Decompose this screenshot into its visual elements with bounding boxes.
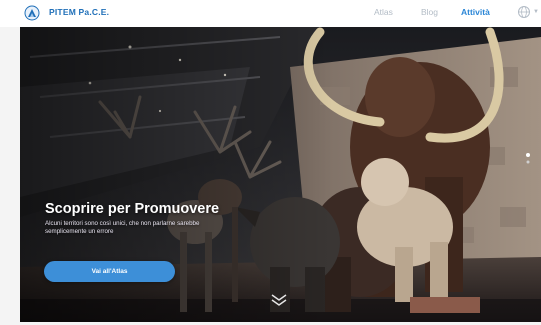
nav-link-attivita[interactable]: Attività (461, 7, 490, 17)
logo-icon[interactable] (24, 5, 40, 21)
go-to-atlas-button[interactable]: Vai all'Atlas (44, 261, 175, 282)
hero-title: Scoprire per Promuovere (45, 201, 220, 217)
scroll-down-chevron-icon[interactable] (270, 292, 288, 308)
slide-indicator-dots[interactable] (525, 152, 531, 170)
chevron-down-icon[interactable]: ▼ (533, 9, 539, 15)
brand-name[interactable]: PITEM Pa.C.E. (49, 7, 109, 17)
nav-link-atlas[interactable]: Atlas (374, 7, 393, 17)
globe-icon[interactable] (517, 5, 531, 19)
hero-subtitle: Alcuni territori sono così unici, che no… (45, 220, 200, 235)
top-navigation-bar: PITEM Pa.C.E. Atlas Blog Attività ▼ (0, 0, 541, 27)
nav-link-blog[interactable]: Blog (421, 7, 438, 17)
